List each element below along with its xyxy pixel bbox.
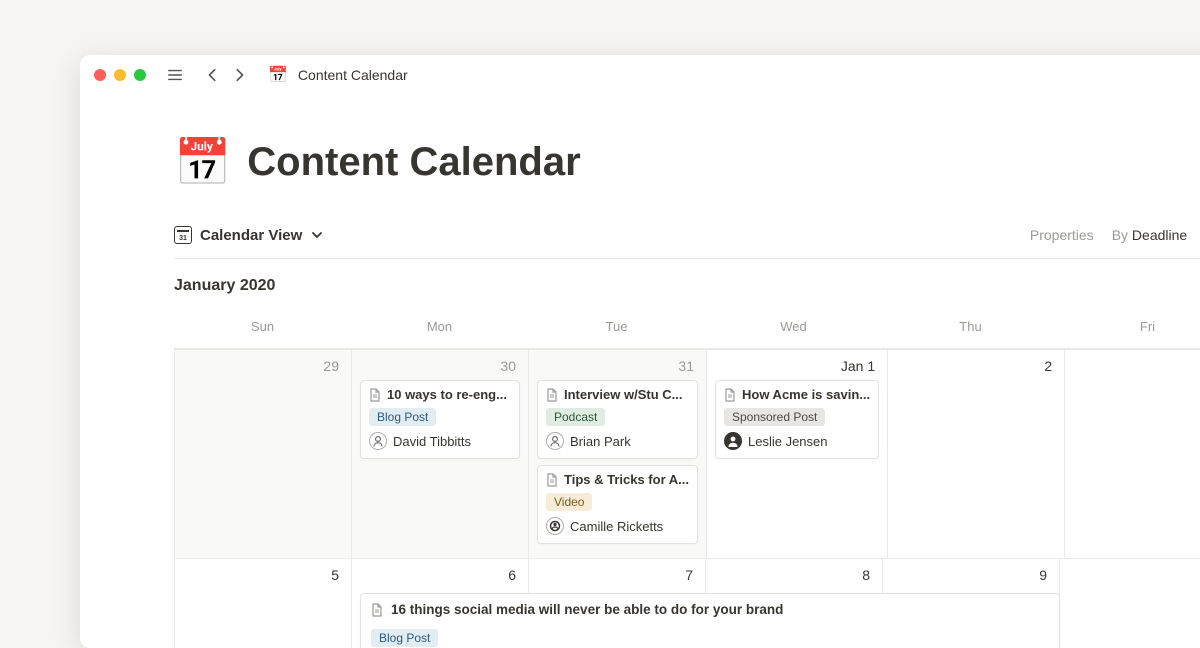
event-tag: Video <box>546 493 592 511</box>
day-cell[interactable]: 30 10 ways to re-eng... Blog Post David Tib… <box>352 350 529 558</box>
page-icon <box>546 473 558 487</box>
breadcrumb-title[interactable]: Content Calendar <box>298 67 408 83</box>
avatar-icon <box>546 432 564 450</box>
view-toolbar: Calendar View Properties By Deadline Fil… <box>174 226 1200 244</box>
event-title: Tips & Tricks for A... <box>546 472 689 487</box>
day-number: 7 <box>537 567 697 589</box>
event-assignee: David Tibbitts <box>369 432 511 450</box>
avatar-icon <box>546 517 564 535</box>
day-header: Fri <box>1059 311 1200 348</box>
event-title: How Acme is savin... <box>724 387 870 402</box>
calendar-grid: 293010 ways to re-eng...Blog PostDavid T… <box>174 348 1200 648</box>
day-number: 30 <box>360 358 520 380</box>
titlebar: 📅 Content Calendar <box>80 55 1200 95</box>
page-header: 📅 Content Calendar <box>174 135 1200 190</box>
day-cell[interactable]: 31 Interview w/Stu C... Podcast Brian Park T… <box>529 350 707 558</box>
calendar-event-multi-day[interactable]: 16 things social media will never be abl… <box>360 593 1060 648</box>
event-title: Interview w/Stu C... <box>546 387 689 402</box>
page-title-text[interactable]: Content Calendar <box>247 140 580 185</box>
day-headers-row: SunMonTueWedThuFri <box>174 311 1200 348</box>
menu-icon[interactable] <box>166 66 184 84</box>
sort-by-button[interactable]: By Deadline <box>1112 227 1188 243</box>
day-number: 29 <box>183 358 343 380</box>
event-assignee: Leslie Jensen <box>724 432 870 450</box>
chevron-down-icon <box>310 228 324 242</box>
properties-button[interactable]: Properties <box>1030 227 1094 243</box>
calendar-event[interactable]: 10 ways to re-eng... Blog Post David Tibbi… <box>360 380 520 459</box>
calendar-week: 56789 16 things social media will never b… <box>175 558 1200 648</box>
avatar-icon <box>369 432 387 450</box>
day-number <box>1068 567 1200 573</box>
day-header: Wed <box>705 311 882 348</box>
close-window-button[interactable] <box>94 69 106 81</box>
day-header: Sun <box>174 311 351 348</box>
day-number: 9 <box>891 567 1051 589</box>
event-title: 10 ways to re-eng... <box>369 387 511 402</box>
page-emoji[interactable]: 📅 <box>174 135 231 190</box>
event-tag: Sponsored Post <box>724 408 825 426</box>
calendar-week: 29 30 10 ways to re-eng... Blog Post David T… <box>175 349 1200 558</box>
nav-back-button[interactable] <box>204 66 222 84</box>
day-number: 5 <box>183 567 343 589</box>
page-icon <box>546 388 558 402</box>
day-header: Mon <box>351 311 528 348</box>
month-label: January 2020 <box>174 277 1200 295</box>
day-cell[interactable]: Jan 1 How Acme is savin... Sponsored Post L… <box>707 350 888 558</box>
page-content: 📅 Content Calendar Calendar View Propert… <box>80 95 1200 648</box>
day-number: 2 <box>896 358 1056 380</box>
view-name: Calendar View <box>200 227 302 244</box>
page-icon <box>369 388 381 402</box>
day-number <box>1073 358 1200 364</box>
minimize-window-button[interactable] <box>114 69 126 81</box>
event-title: 16 things social media will never be abl… <box>371 602 1049 617</box>
event-tag: Blog Post <box>369 408 436 426</box>
day-number: 31 <box>537 358 698 380</box>
view-selector[interactable]: Calendar View <box>174 226 324 244</box>
day-number: Jan 1 <box>715 358 879 380</box>
day-cell[interactable] <box>1060 559 1200 648</box>
view-options: Properties By Deadline Filter Sort <box>1030 227 1200 243</box>
day-cell[interactable] <box>1065 350 1200 558</box>
breadcrumb-emoji: 📅 <box>268 65 288 85</box>
day-header: Tue <box>528 311 705 348</box>
day-number: 6 <box>360 567 520 589</box>
event-assignee: Brian Park <box>546 432 689 450</box>
calendar-event[interactable]: Tips & Tricks for A... Video Camille Ricke… <box>537 465 698 544</box>
event-tag: Podcast <box>546 408 605 426</box>
day-cell[interactable]: 2 <box>888 350 1065 558</box>
day-cell[interactable]: 29 <box>175 350 352 558</box>
avatar-icon <box>724 432 742 450</box>
day-number: 8 <box>714 567 874 589</box>
day-header: Thu <box>882 311 1059 348</box>
event-assignee: Camille Ricketts <box>546 517 689 535</box>
event-tag: Blog Post <box>371 629 438 647</box>
page-icon <box>371 603 383 617</box>
calendar-event[interactable]: How Acme is savin... Sponsored Post Leslie… <box>715 380 879 459</box>
day-cell[interactable]: 5 <box>175 559 352 648</box>
calendar-event[interactable]: Interview w/Stu C... Podcast Brian Park <box>537 380 698 459</box>
window-controls <box>94 69 146 81</box>
app-window: 📅 Content Calendar 📅 Content Calendar Ca… <box>80 55 1200 648</box>
maximize-window-button[interactable] <box>134 69 146 81</box>
page-icon <box>724 388 736 402</box>
nav-forward-button[interactable] <box>230 66 248 84</box>
divider <box>174 258 1200 259</box>
calendar-icon <box>174 226 192 244</box>
